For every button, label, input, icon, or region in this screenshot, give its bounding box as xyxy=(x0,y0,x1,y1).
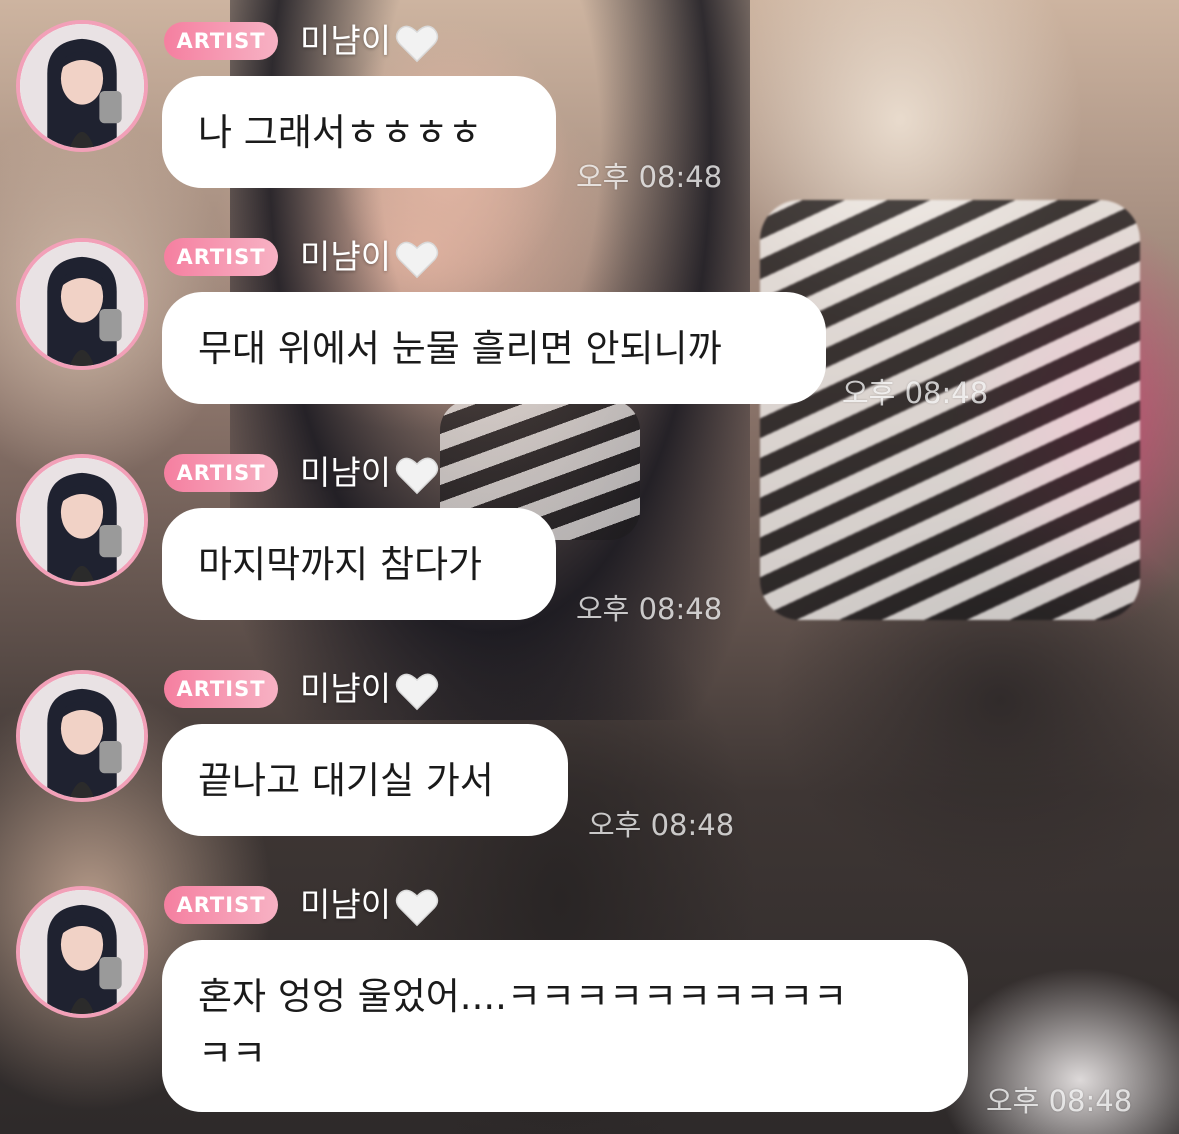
sender-name[interactable]: 미냠이 xyxy=(300,19,439,63)
message-time: 오후 08:48 xyxy=(576,592,723,626)
avatar[interactable] xyxy=(16,238,148,370)
white-heart-icon xyxy=(395,889,439,926)
message-bubble[interactable]: 혼자 엉엉 울었어....ㅋㅋㅋㅋㅋㅋㅋㅋㅋㅋ ㅋㅋ xyxy=(162,940,968,1112)
white-heart-icon xyxy=(395,25,439,62)
message-bubble[interactable]: 끝나고 대기실 가서 xyxy=(162,724,568,836)
sender-name-text: 미냠이 xyxy=(300,453,392,492)
artist-badge: ARTIST xyxy=(164,238,278,276)
message-text-line: ㅋㅋ xyxy=(198,1032,267,1075)
message-time: 오후 08:48 xyxy=(588,808,735,842)
sender-name[interactable]: 미냠이 xyxy=(300,667,439,711)
artist-badge: ARTIST xyxy=(164,670,278,708)
chat-thread[interactable]: ARTIST 미냠이 나 그래서ㅎㅎㅎㅎ 오후 08:48 ARTIST 미냠이… xyxy=(0,0,1179,1134)
avatar[interactable] xyxy=(16,670,148,802)
sender-name-text: 미냠이 xyxy=(300,885,392,924)
artist-badge: ARTIST xyxy=(164,22,278,60)
sender-name[interactable]: 미냠이 xyxy=(300,883,439,927)
sender-name-text: 미냠이 xyxy=(300,21,392,60)
avatar[interactable] xyxy=(16,454,148,586)
artist-badge: ARTIST xyxy=(164,886,278,924)
white-heart-icon xyxy=(395,457,439,494)
white-heart-icon xyxy=(395,673,439,710)
message-time: 오후 08:48 xyxy=(842,376,989,410)
sender-name-text: 미냠이 xyxy=(300,237,392,276)
avatar[interactable] xyxy=(16,886,148,1018)
white-heart-icon xyxy=(395,241,439,278)
sender-name[interactable]: 미냠이 xyxy=(300,235,439,279)
avatar[interactable] xyxy=(16,20,148,152)
message-time: 오후 08:48 xyxy=(986,1084,1133,1118)
sender-name[interactable]: 미냠이 xyxy=(300,451,439,495)
message-text-line: 혼자 엉엉 울었어....ㅋㅋㅋㅋㅋㅋㅋㅋㅋㅋ xyxy=(198,975,848,1018)
artist-badge: ARTIST xyxy=(164,454,278,492)
message-time: 오후 08:48 xyxy=(576,160,723,194)
sender-name-text: 미냠이 xyxy=(300,669,392,708)
message-bubble[interactable]: 마지막까지 참다가 xyxy=(162,508,556,620)
message-bubble[interactable]: 나 그래서ㅎㅎㅎㅎ xyxy=(162,76,556,188)
message-bubble[interactable]: 무대 위에서 눈물 흘리면 안되니까 xyxy=(162,292,826,404)
